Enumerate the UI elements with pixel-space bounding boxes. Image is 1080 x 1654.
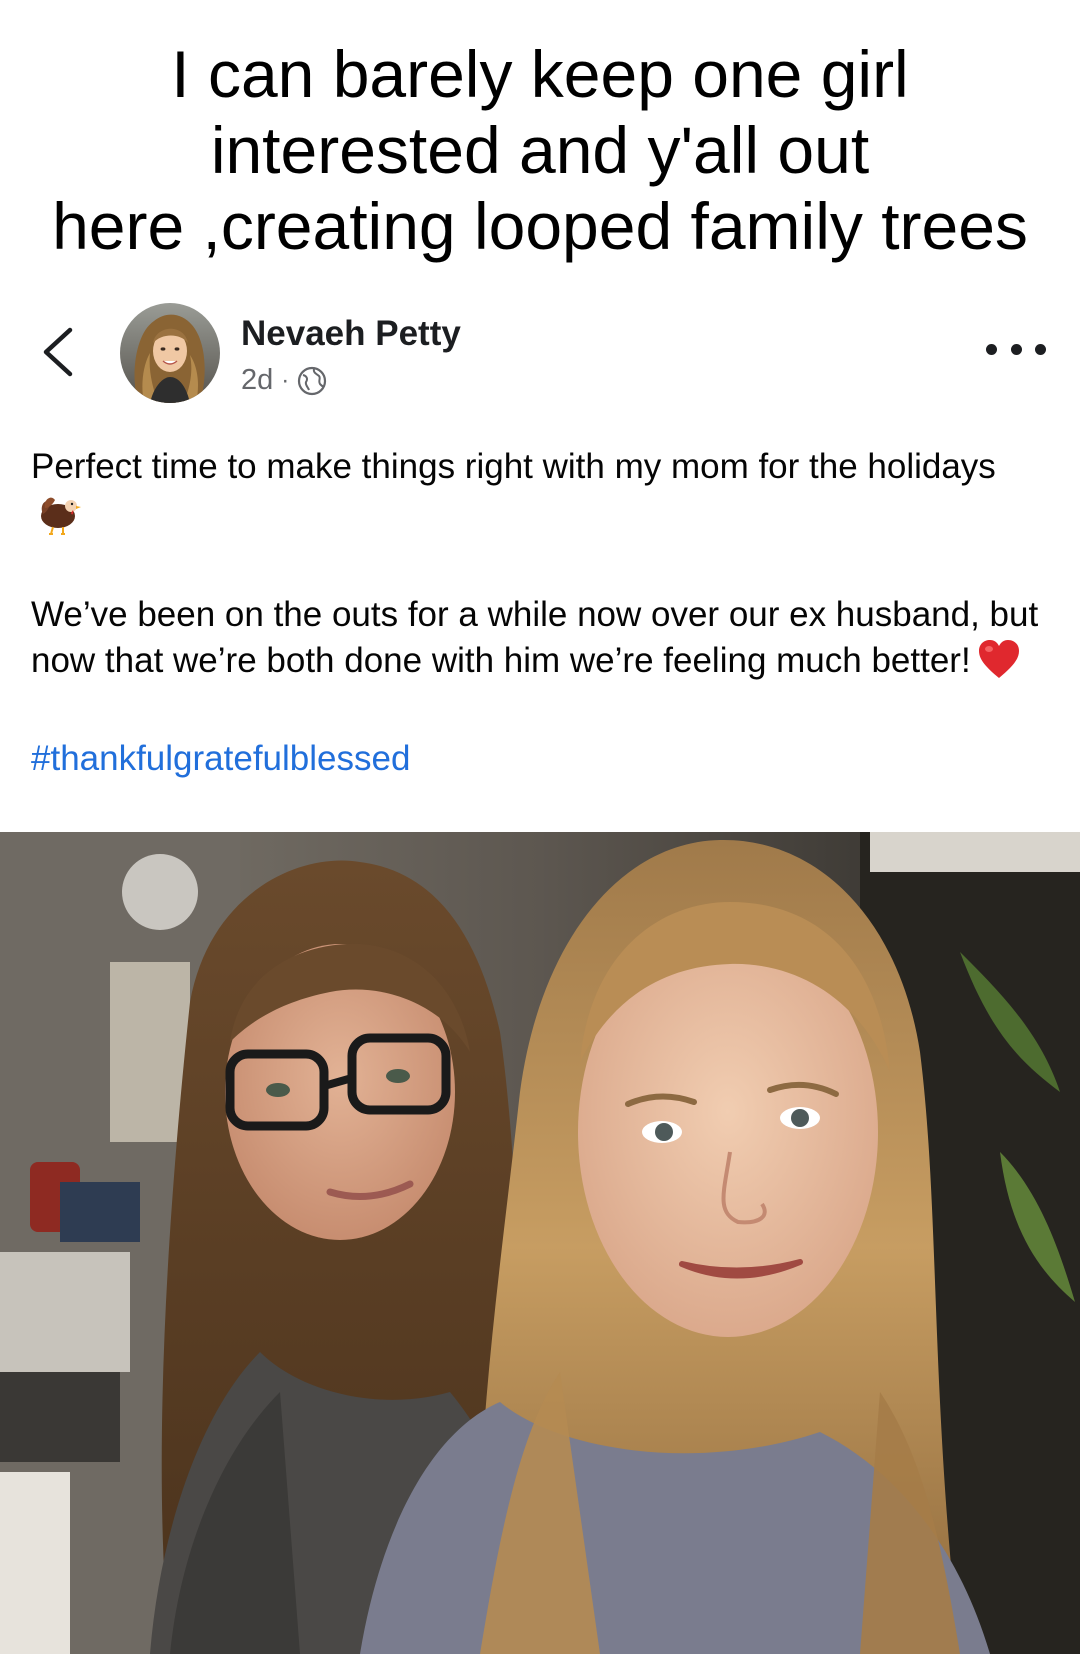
red-heart-emoji-icon	[977, 638, 1021, 692]
author-name[interactable]: Nevaeh Petty	[241, 314, 461, 354]
post-photo[interactable]	[0, 832, 1080, 1654]
author-avatar[interactable]	[120, 303, 220, 403]
post-header: Nevaeh Petty 2d ·	[0, 300, 1080, 410]
selfie-photo	[0, 832, 1080, 1654]
post-meta: 2d ·	[241, 364, 327, 397]
turkey-emoji-icon	[37, 490, 83, 548]
post-paragraph-2-text: We’ve been on the outs for a while now o…	[31, 595, 1039, 680]
meme-caption: I can barely keep one girl interested an…	[52, 37, 1028, 263]
back-button[interactable]	[30, 322, 86, 382]
meta-separator: ·	[281, 366, 290, 394]
chevron-left-icon	[43, 327, 73, 377]
post-body: Perfect time to make things right with m…	[31, 444, 1041, 782]
post-time[interactable]: 2d	[241, 364, 273, 397]
post-paragraph-2: We’ve been on the outs for a while now o…	[31, 592, 1041, 692]
hashtag-link[interactable]: #thankfulgratefulblessed	[31, 736, 410, 782]
post-paragraph-1: Perfect time to make things right with m…	[31, 444, 1041, 548]
post-paragraph-1-text: Perfect time to make things right with m…	[31, 447, 996, 486]
avatar-photo	[120, 303, 220, 403]
more-dot-1	[986, 343, 997, 355]
more-options-button[interactable]	[986, 334, 1046, 364]
more-dot-2	[1010, 343, 1022, 355]
more-dot-3	[1035, 343, 1046, 355]
globe-icon[interactable]	[297, 366, 327, 396]
